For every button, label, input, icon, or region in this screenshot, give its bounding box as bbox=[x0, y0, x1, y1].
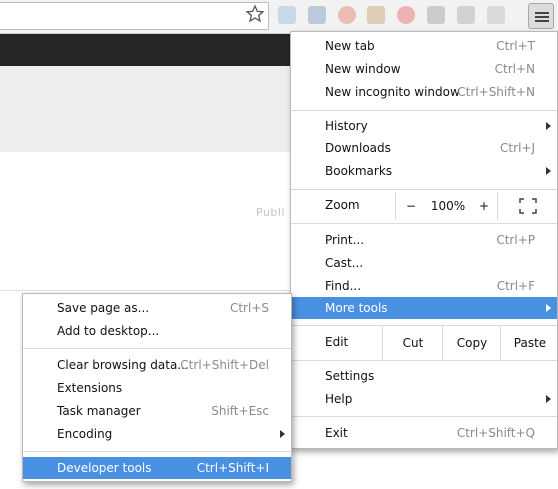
chrome-main-menu: New tab Ctrl+T New window Ctrl+N New inc… bbox=[290, 31, 558, 449]
submenu-arrow-icon bbox=[546, 122, 551, 130]
zoom-in-button[interactable]: + bbox=[471, 192, 498, 220]
page-header-bar bbox=[0, 34, 292, 66]
submenu-item-extensions[interactable]: Extensions bbox=[23, 377, 291, 399]
menu-separator bbox=[291, 189, 557, 190]
browser-toolbar bbox=[0, 0, 558, 34]
zoom-level: 100% bbox=[430, 199, 466, 213]
zoom-label: Zoom bbox=[325, 198, 360, 212]
extension-icon[interactable] bbox=[278, 6, 296, 24]
extension-icon[interactable] bbox=[427, 6, 446, 24]
menu-item-new-window[interactable]: New window Ctrl+N bbox=[291, 58, 557, 80]
menu-item-exit[interactable]: Exit Ctrl+Shift+Q bbox=[291, 422, 557, 444]
submenu-arrow-icon bbox=[546, 395, 551, 403]
submenu-item-save-page-as[interactable]: Save page as... Ctrl+S bbox=[23, 297, 291, 319]
page-banner bbox=[0, 66, 292, 152]
menu-separator bbox=[23, 348, 291, 349]
bookmark-star-icon[interactable] bbox=[245, 4, 265, 24]
zoom-row: Zoom − 100% + bbox=[291, 192, 557, 220]
menu-item-print[interactable]: Print... Ctrl+P bbox=[291, 229, 557, 251]
menu-separator bbox=[291, 360, 557, 361]
submenu-arrow-icon bbox=[546, 167, 551, 175]
submenu-item-developer-tools[interactable]: Developer tools Ctrl+Shift+I bbox=[23, 457, 291, 479]
chrome-menu-button[interactable] bbox=[528, 3, 554, 29]
menu-separator bbox=[291, 416, 557, 417]
menu-item-settings[interactable]: Settings bbox=[291, 365, 557, 387]
extension-icon[interactable] bbox=[307, 6, 326, 24]
menu-item-history[interactable]: History bbox=[291, 115, 557, 137]
submenu-arrow-icon bbox=[280, 430, 285, 438]
fullscreen-button[interactable] bbox=[497, 192, 558, 220]
menu-item-new-incognito-window[interactable]: New incognito window Ctrl+Shift+N bbox=[291, 81, 557, 103]
edit-row: Edit Cut Copy Paste bbox=[291, 326, 557, 360]
menu-item-cast[interactable]: Cast... bbox=[291, 252, 557, 274]
cut-button[interactable]: Cut bbox=[382, 326, 443, 360]
extension-icon[interactable] bbox=[397, 6, 416, 24]
zoom-out-button[interactable]: − bbox=[395, 192, 426, 220]
hamburger-icon bbox=[535, 12, 549, 22]
menu-separator bbox=[291, 223, 557, 224]
extension-icon[interactable] bbox=[486, 6, 505, 24]
extension-icon[interactable] bbox=[367, 6, 386, 24]
submenu-arrow-icon bbox=[546, 304, 551, 312]
submenu-item-clear-browsing-data[interactable]: Clear browsing data... Ctrl+Shift+Del bbox=[23, 354, 291, 376]
extension-icon[interactable] bbox=[456, 6, 475, 24]
more-tools-submenu: Save page as... Ctrl+S Add to desktop...… bbox=[22, 293, 292, 482]
paste-button[interactable]: Paste bbox=[500, 326, 558, 360]
background-divider bbox=[0, 290, 292, 291]
menu-item-find[interactable]: Find... Ctrl+F bbox=[291, 275, 557, 297]
menu-item-downloads[interactable]: Downloads Ctrl+J bbox=[291, 137, 557, 159]
submenu-item-add-to-desktop[interactable]: Add to desktop... bbox=[23, 320, 291, 342]
edit-label: Edit bbox=[325, 335, 349, 349]
menu-separator bbox=[291, 110, 557, 111]
fullscreen-icon bbox=[519, 198, 537, 214]
menu-item-help[interactable]: Help bbox=[291, 388, 557, 410]
extension-icons bbox=[278, 6, 523, 28]
menu-item-new-tab[interactable]: New tab Ctrl+T bbox=[291, 35, 557, 57]
background-text: Publi bbox=[256, 206, 286, 219]
extension-icon[interactable] bbox=[337, 6, 356, 24]
submenu-item-task-manager[interactable]: Task manager Shift+Esc bbox=[23, 400, 291, 422]
menu-item-bookmarks[interactable]: Bookmarks bbox=[291, 160, 557, 182]
menu-item-more-tools[interactable]: More tools bbox=[291, 297, 557, 319]
copy-button[interactable]: Copy bbox=[442, 326, 501, 360]
address-bar[interactable] bbox=[0, 2, 269, 30]
submenu-item-encoding[interactable]: Encoding bbox=[23, 423, 291, 445]
menu-separator bbox=[23, 451, 291, 452]
